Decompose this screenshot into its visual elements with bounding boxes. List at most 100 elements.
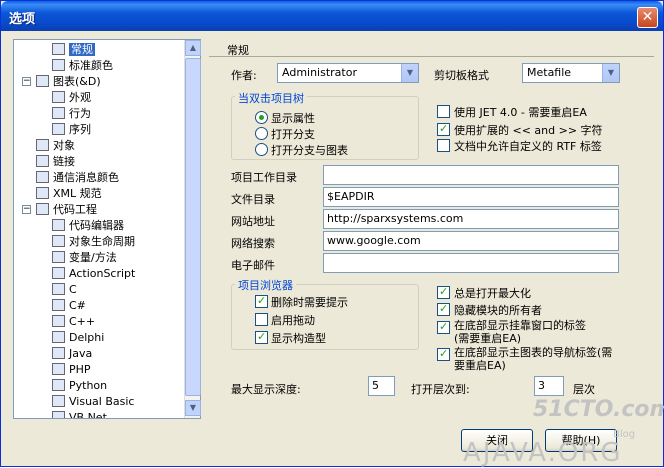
tree-item-label: C# [69,299,86,312]
tree-item[interactable]: 对象生命周期 [52,234,135,250]
tree-item[interactable]: C# [52,298,86,314]
tree-item-label: 行为 [69,107,91,120]
message-color-icon [36,171,49,183]
tree-item[interactable]: 行为 [52,106,91,122]
clipboard-combo[interactable]: Metafile ▼ [522,63,620,83]
tree-item-label: Java [69,347,93,360]
website-field[interactable]: http://sparxsystems.com [323,209,619,229]
check-enable-drag[interactable] [255,313,268,326]
check-label: 启用拖动 [271,314,315,327]
tree-scrollbar[interactable]: ▲ ▼ [184,40,201,418]
tree-item[interactable]: 标准颜色 [52,58,113,74]
tree-item[interactable]: 图表(&D) [36,74,101,90]
project-dir-field[interactable] [323,165,619,185]
author-label: 作者: [231,69,257,82]
lifecycle-icon [52,235,65,247]
tree-item[interactable]: VB.Net [52,410,107,418]
field-label: 网站地址 [231,215,275,228]
collapse-icon[interactable]: − [22,205,31,214]
php-icon [52,363,65,375]
tree-item-label: PHP [69,363,91,376]
check-maximize[interactable] [437,285,450,299]
scroll-down-button[interactable]: ▼ [185,400,201,416]
chevron-down-icon[interactable]: ▼ [602,64,619,82]
close-window-button[interactable]: ✕ [637,7,658,28]
tree-item-label: 代码工程 [53,203,97,216]
gear-icon [52,43,65,55]
chevron-down-icon[interactable]: ▼ [401,64,418,82]
file-dir-field[interactable]: $EAPDIR [323,187,619,207]
check-hide-owner[interactable] [437,302,450,316]
options-tree[interactable]: 常规 标准颜色 图表(&D) − 外观 行为 序列 对象 链接 通信消息颜色 XML 规范 代码工程 −… [13,39,201,419]
c-icon [52,283,65,295]
check-delete-prompt[interactable] [255,294,268,308]
check-show-stereotype[interactable] [255,330,268,344]
tree-item[interactable]: Visual Basic [52,394,134,410]
max-depth-input[interactable]: 5 [368,376,395,396]
check-rtf-tags[interactable] [437,139,450,152]
tree-item-label: 外观 [69,91,91,104]
tree-item-label: 对象 [53,139,75,152]
tree-item[interactable]: 外观 [52,90,91,106]
field-label: 网络搜索 [231,237,275,250]
radio-open-branch[interactable] [255,127,268,140]
scroll-up-button[interactable]: ▲ [185,40,201,56]
tree-item[interactable]: Delphi [52,330,104,346]
tree-item[interactable]: 常规 [52,42,95,58]
max-depth-label: 最大显示深度: [231,383,301,396]
palette-icon [52,59,65,71]
python-icon [52,379,65,391]
tree-item[interactable]: 对象 [36,138,75,154]
tree-item-label: C [69,283,77,296]
check-label: 总是打开最大化 [454,287,531,300]
code-editor-icon [52,219,65,231]
visual-basic-icon [52,395,65,407]
tree-item[interactable]: 序列 [52,122,91,138]
radio-label: 打开分支 [271,128,315,141]
diagram-icon [36,75,49,87]
check-docked-tabs[interactable] [437,320,450,334]
check-diagram-nav-tabs[interactable] [437,347,450,361]
check-jet[interactable] [437,105,450,118]
email-field[interactable] [323,253,619,273]
tree-item[interactable]: 变量/方法 [52,250,117,266]
tree-item-label: 变量/方法 [69,251,117,264]
actionscript-icon [52,267,65,279]
open-level-input[interactable]: 3 [534,376,564,396]
collapse-icon[interactable]: − [22,77,31,86]
tree-item[interactable]: XML 规范 [36,186,102,202]
open-level-label: 打开层次到: [411,383,470,396]
check-label: 显示构造型 [271,332,326,345]
web-search-field[interactable]: www.google.com [323,231,619,251]
check-extended-chars[interactable] [437,122,450,136]
tree-item[interactable]: C [52,282,77,298]
field-label: 电子邮件 [231,259,275,272]
tree-item[interactable]: PHP [52,362,91,378]
watermark-ajava: AJAVA.ORG [463,438,623,468]
browser-group-title: 项目浏览器 [235,277,296,293]
code-engineering-icon [36,203,49,215]
tree-item[interactable]: 通信消息颜色 [36,170,119,186]
tree-item[interactable]: ActionScript [52,266,135,282]
radio-show-properties[interactable] [255,111,268,124]
window-title: 选项 [9,12,36,27]
clipboard-label: 剪切板格式 [434,69,489,82]
java-icon [52,347,65,359]
link-icon [36,155,49,167]
tree-item[interactable]: C++ [52,314,95,330]
title-bar[interactable]: 选项 ✕ [1,1,663,31]
tree-item-label: Delphi [69,331,105,344]
tree-item[interactable]: 代码编辑器 [52,218,124,234]
tree-item[interactable]: Python [52,378,107,394]
tree-item[interactable]: Java [52,346,92,362]
scroll-thumb[interactable] [185,58,201,396]
tree-item[interactable]: 链接 [36,154,75,170]
tree-item-label: 代码编辑器 [69,219,124,232]
clipboard-value: Metafile [527,66,572,79]
check-label: 在底部显示挂靠窗口的标签(需要重启EA) [454,319,586,345]
radio-open-branch-diagram[interactable] [255,143,268,156]
tree-item[interactable]: 代码工程 [36,202,97,218]
csharp-icon [52,299,65,311]
radio-label: 打开分支与图表 [271,144,348,157]
author-combo[interactable]: Administrator ▼ [277,63,419,83]
